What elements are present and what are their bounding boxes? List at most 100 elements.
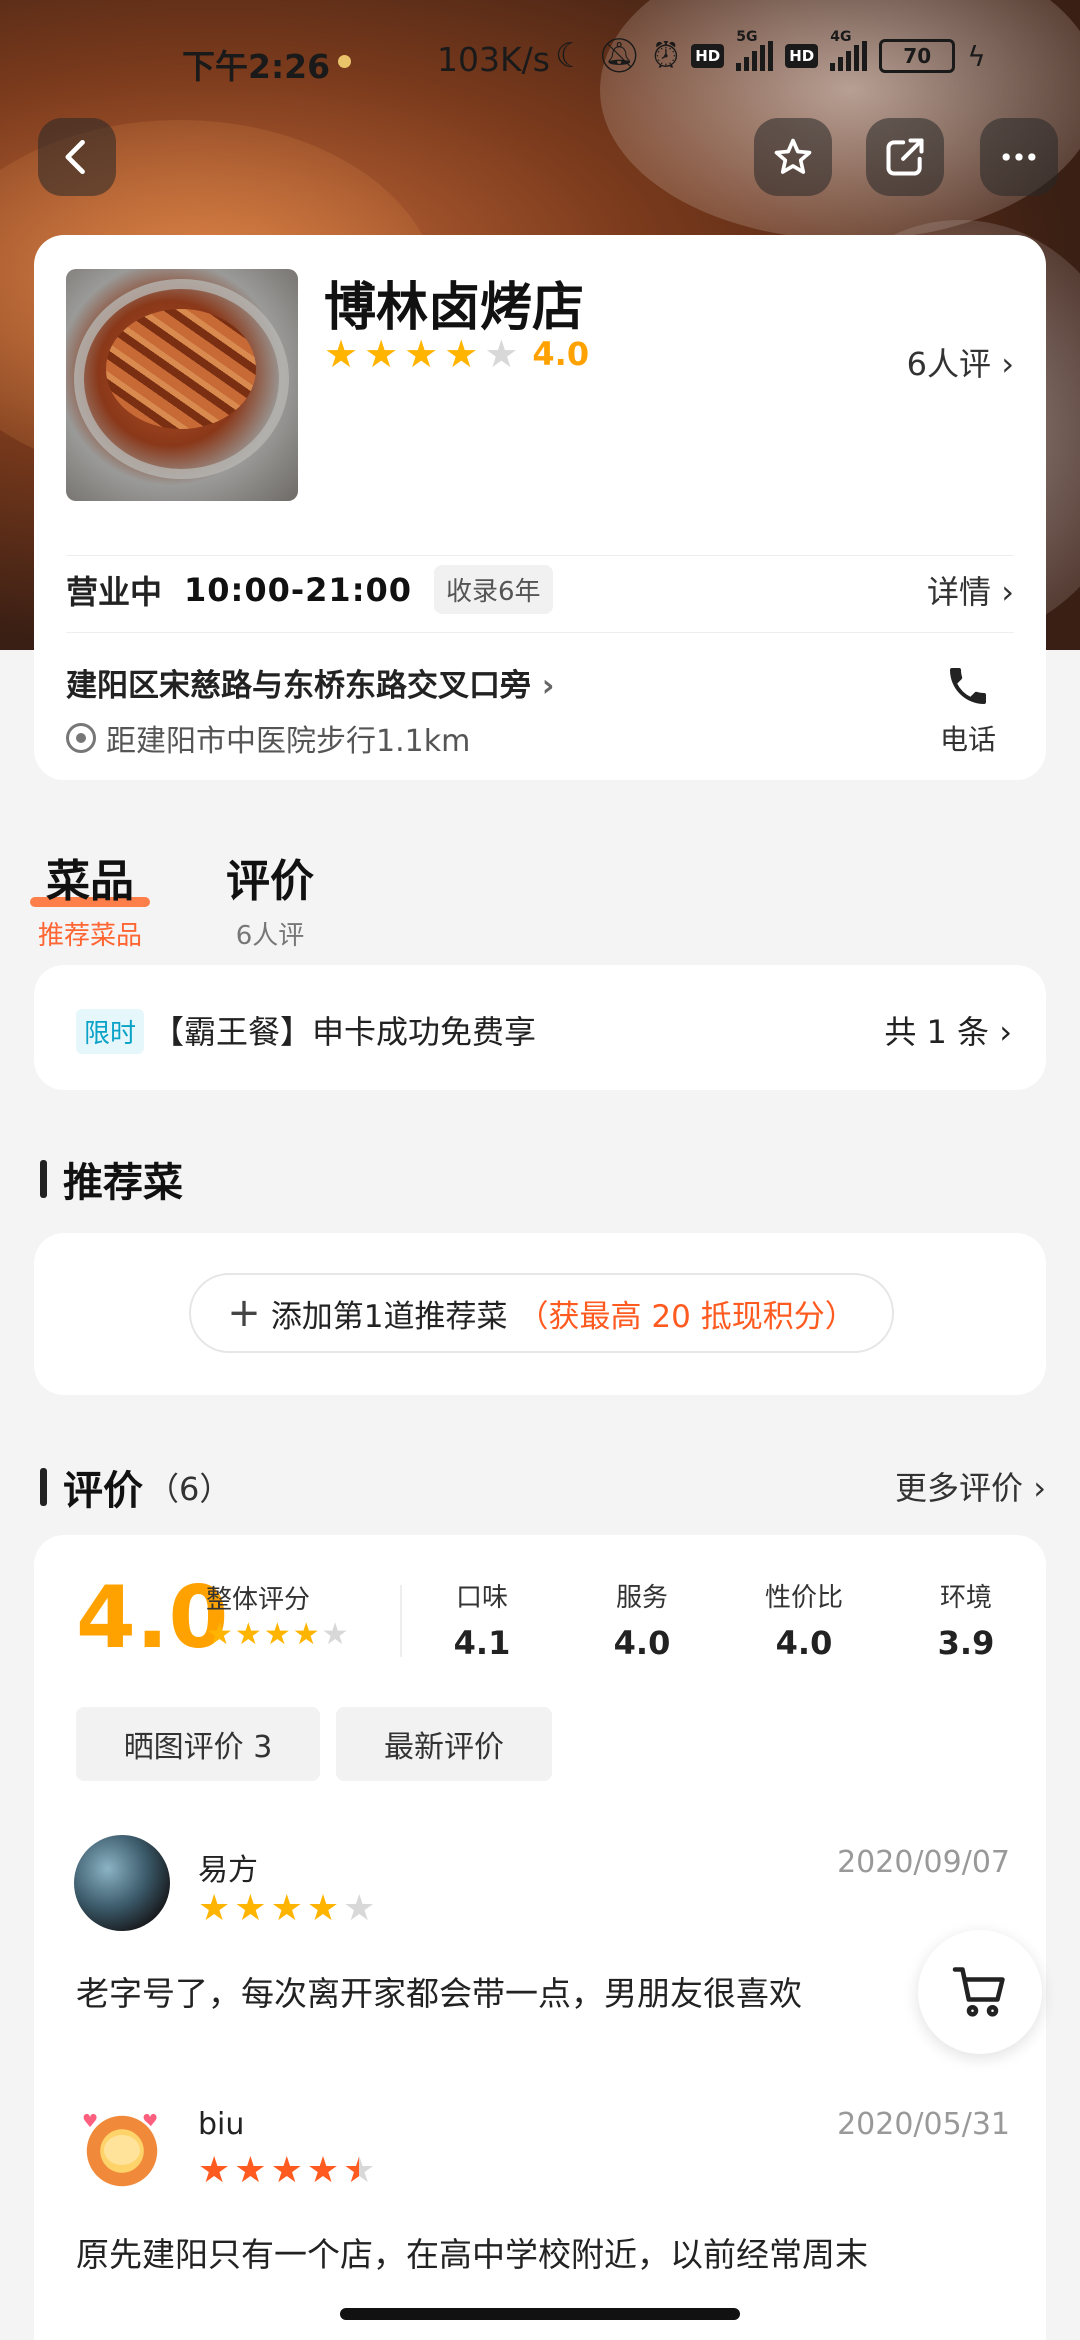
star-icon: ★ xyxy=(234,1617,262,1652)
divider xyxy=(66,632,1014,633)
more-reviews-link[interactable]: 更多评价 › xyxy=(895,1463,1046,1509)
filter-latest-reviews[interactable]: 最新评价 xyxy=(336,1707,552,1781)
star-icon: ★ xyxy=(364,332,399,376)
reviews-section-title: 评价 （6） xyxy=(40,1458,231,1516)
status-time: 下午2:26 xyxy=(182,47,331,86)
recommend-title: 推荐菜 xyxy=(63,1160,183,1206)
hd-icon: HD xyxy=(691,44,725,68)
chevron-right-icon: › xyxy=(541,668,555,704)
star-icon: ★ xyxy=(198,1888,231,1929)
tab-reviews-label: 评价 xyxy=(226,856,314,907)
net-speed: 103K/s xyxy=(437,40,550,79)
star-icon: ★ xyxy=(444,332,479,376)
reviews-count: （6） xyxy=(147,1470,232,1508)
section-bar xyxy=(40,1160,47,1198)
section-bar xyxy=(40,1468,47,1506)
star-icon: ★ xyxy=(270,1888,303,1929)
avatar[interactable] xyxy=(74,1835,170,1931)
share-button[interactable] xyxy=(866,118,944,196)
tab-dishes-sub: 推荐菜品 xyxy=(37,921,142,951)
chevron-right-icon: › xyxy=(1001,573,1014,611)
details-label: 详情 xyxy=(927,573,992,611)
status-bar: 下午2:26 103K/s ☾ 🔕︎ ⏰︎ HD 5G HD 4G 70 ϟ xyxy=(0,29,1080,90)
star-icon: ★ xyxy=(234,2150,267,2191)
promo-tag: 限时 xyxy=(76,1009,145,1054)
content-tabs: 菜品 推荐菜品 评价 6人评 xyxy=(30,845,1050,951)
favorite-button[interactable] xyxy=(754,118,832,196)
subscore-taste: 口味 4.1 xyxy=(422,1577,542,1662)
signal-5g-icon: 5G xyxy=(736,29,774,71)
promo-count: 共 1 条 › xyxy=(884,1007,1012,1053)
star-icon: ★ xyxy=(292,1617,320,1652)
more-button[interactable] xyxy=(980,118,1058,196)
star-icon: ★ xyxy=(206,1617,233,1652)
subscore-value: 4.0 xyxy=(775,1624,833,1662)
shop-name: 博林卤烤店 xyxy=(324,278,585,338)
star-icon: ★ xyxy=(306,1888,340,1929)
back-button[interactable] xyxy=(38,118,116,196)
subscore-label: 环境 xyxy=(939,1583,992,1613)
chevron-right-icon: › xyxy=(1033,1469,1046,1507)
phone-button[interactable]: 电话 xyxy=(940,662,996,758)
subscore-environment: 环境 3.9 xyxy=(906,1577,1026,1662)
more-icon xyxy=(1002,153,1036,161)
shop-address[interactable]: 建阳区宋慈路与东桥东路交叉口旁 › xyxy=(66,660,555,705)
subscore-label: 服务 xyxy=(615,1583,668,1613)
divider xyxy=(66,555,1014,556)
plus-icon: + xyxy=(227,1290,261,1336)
chevron-right-icon: › xyxy=(999,1013,1012,1051)
cart-icon xyxy=(952,1967,1005,2017)
subscore-label: 口味 xyxy=(455,1583,508,1613)
star-empty-icon: ★ xyxy=(484,332,519,376)
overall-rating: 整体评分 ★ ★ ★ ★ ★ xyxy=(206,1579,349,1650)
alarm-icon: ⏰︎ xyxy=(652,36,680,76)
promo-card[interactable]: 限时 【霸王餐】申卡成功免费享 共 1 条 › xyxy=(34,965,1046,1090)
hd-icon-2: HD xyxy=(785,44,819,68)
shop-photo[interactable] xyxy=(66,269,298,501)
add-dish-bonus: （获最高 20 抵现积分） xyxy=(517,1298,856,1335)
mute-bell-icon: 🔕︎ xyxy=(597,36,641,76)
more-reviews-label: 更多评价 xyxy=(895,1469,1024,1507)
filter-photo-reviews[interactable]: 晒图评价 3 xyxy=(76,1707,320,1781)
subscore-label: 性价比 xyxy=(764,1583,843,1613)
star-empty-icon: ★ xyxy=(321,1617,349,1652)
address-text: 建阳区宋慈路与东桥东路交叉口旁 xyxy=(66,668,531,704)
business-hours: 10:00-21:00 xyxy=(184,570,413,609)
subscore-value: 3.9 xyxy=(937,1624,995,1662)
moon-icon: ☾ xyxy=(555,36,586,76)
reviewer-name[interactable]: 易方 xyxy=(198,1845,258,1889)
add-recommend-dish-button[interactable]: + 添加第1道推荐菜 （获最高 20 抵现积分） xyxy=(189,1273,894,1353)
hours-row: 营业中 10:00-21:00 收录6年 xyxy=(66,565,553,614)
details-link[interactable]: 详情 › xyxy=(927,567,1014,613)
star-icon: ★ xyxy=(198,2150,231,2191)
listed-badge: 收录6年 xyxy=(434,565,553,614)
subscore-value-for-money: 性价比 4.0 xyxy=(744,1577,864,1662)
star-icon: ★ xyxy=(324,332,359,376)
star-icon: ★ xyxy=(306,2150,340,2191)
tab-dishes[interactable]: 菜品 推荐菜品 xyxy=(30,845,150,952)
recommend-card: + 添加第1道推荐菜 （获最高 20 抵现积分） xyxy=(34,1233,1046,1395)
review-count-link[interactable]: 6人评 › xyxy=(907,339,1014,385)
home-indicator[interactable] xyxy=(340,2308,740,2320)
battery-icon: 70 xyxy=(879,39,956,73)
reviews-card: 4.0 整体评分 ★ ★ ★ ★ ★ 口味 4.1 服务 4.0 性价比 4.0… xyxy=(34,1535,1046,2340)
review-text[interactable]: 老字号了，每次离开家都会带一点，男朋友很喜欢 xyxy=(76,1968,1016,2021)
rating-value: 4.0 xyxy=(532,335,590,373)
tab-reviews[interactable]: 评价 6人评 xyxy=(215,845,325,952)
overall-label: 整体评分 xyxy=(206,1585,311,1615)
review-stars: ★ ★ ★ ★ ★ xyxy=(198,1891,375,1927)
score-divider xyxy=(400,1585,402,1657)
distance-text: 距建阳市中医院步行1.1km xyxy=(106,724,471,759)
cart-button[interactable] xyxy=(918,1930,1042,2054)
distance-row: 距建阳市中医院步行1.1km xyxy=(66,716,470,760)
subscore-value: 4.0 xyxy=(613,1624,671,1662)
avatar[interactable]: ♥ ♥ xyxy=(74,2103,170,2199)
star-icon: ★ xyxy=(234,1888,267,1929)
star-icon: ★ xyxy=(270,2150,303,2191)
review-text[interactable]: 原先建阳只有一个店，在高中学校附近，以前经常周末 xyxy=(76,2229,1016,2282)
star-icon: ★ xyxy=(404,332,439,376)
promo-count-label: 共 1 条 xyxy=(884,1013,990,1051)
reviews-title: 评价 xyxy=(63,1468,143,1514)
reviewer-name[interactable]: biu xyxy=(198,2107,244,2142)
back-icon xyxy=(65,139,85,175)
